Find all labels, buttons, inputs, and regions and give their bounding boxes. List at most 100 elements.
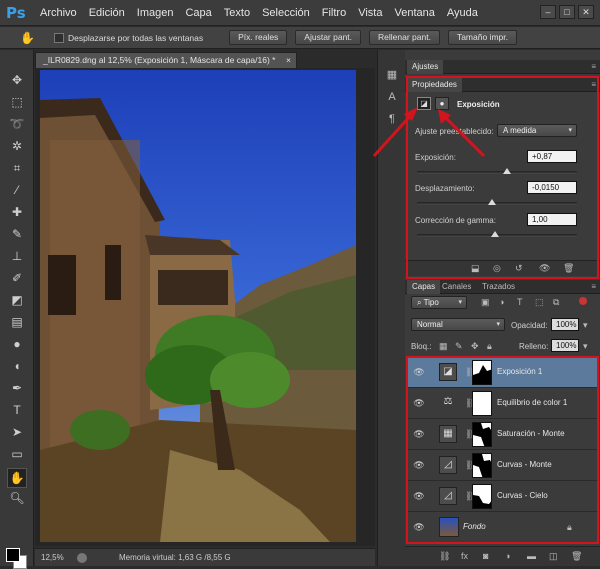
tab-canales[interactable]: Canales [437,280,476,294]
menu-archivo[interactable]: Archivo [40,7,77,19]
lasso-tool-icon[interactable]: ➰ [9,116,25,132]
add-mask-icon[interactable]: ◙ [483,551,488,561]
fill-chevron-icon[interactable]: ▾ [583,341,588,352]
tab-ajustes[interactable]: Ajustes [407,60,444,74]
magic-wand-tool-icon[interactable]: ✲ [9,138,25,154]
new-adjustment-icon[interactable]: ◑ [505,551,510,561]
zoom-level[interactable]: 12,5% [41,550,77,566]
layers-menu-icon[interactable]: ≡ [591,282,596,291]
lock-transparent-icon[interactable]: ▦ [439,341,448,352]
minimize-button[interactable]: – [540,5,556,19]
properties-highlight-box [406,76,599,279]
chevron-down-icon: ▾ [458,299,462,306]
village-photo-illustration [40,70,356,542]
window-controls: – □ ✕ [540,5,594,19]
new-group-icon[interactable]: ▬ [527,551,536,561]
chevron-down-icon: ▾ [496,321,500,328]
delete-layer-icon[interactable]: 🗑︎ [571,551,582,562]
new-layer-icon[interactable]: ◫ [549,551,558,562]
menu-bar: Ps Archivo Edición Imagen Capa Texto Sel… [0,0,600,26]
filter-adjustment-icon[interactable]: ◑ [499,297,504,307]
layers-tabbar: Capas Canales Trazados ≡ [405,280,600,294]
link-layers-icon[interactable]: ⛓︎ [439,551,450,562]
panel-menu-icon[interactable]: ≡ [591,62,596,71]
menu-capa[interactable]: Capa [185,7,211,19]
lock-all-icon[interactable]: 🔒︎ [487,341,492,352]
document-title: _ILR0829.dng al 12,5% (Exposición 1, Más… [43,55,276,65]
menu-ayuda[interactable]: Ayuda [447,7,478,19]
tab-trazados[interactable]: Trazados [477,280,520,294]
zoom-tool-icon[interactable]: 🔍︎ [9,490,25,506]
scroll-all-windows-label: Desplazarse por todas las ventanas [68,32,204,43]
lock-label: Bloq.: [411,342,432,351]
status-bar: 12,5% Memoria virtual: 1,63 G /8,55 G [35,548,375,566]
filter-toggle-icon[interactable] [579,297,587,305]
menu-ventana[interactable]: Ventana [394,7,434,19]
filter-pixel-icon[interactable]: ▣ [481,297,490,308]
path-selection-tool-icon[interactable]: ➤ [9,424,25,440]
scroll-all-windows-checkbox[interactable] [54,32,64,43]
layer-filter-dropdown[interactable]: ⌕ Tipo ▾ [411,296,467,309]
history-brush-tool-icon[interactable]: ✐ [9,270,25,286]
fit-screen-button[interactable]: Ajustar pant. [295,30,362,45]
tools-panel: ✥ ⬚ ➰ ✲ ⌗ ⁄ ✚ ✎ ⊥ ✐ ◩ ▤ ● ◖ ✒ T ➤ ▭ ✋ 🔍︎ [0,50,34,569]
dodge-tool-icon[interactable]: ◖ [9,358,25,374]
menu-edicion[interactable]: Edición [89,7,125,19]
tab-capas[interactable]: Capas [407,280,441,294]
close-button[interactable]: ✕ [578,5,594,19]
fx-icon[interactable]: fx [461,551,468,561]
shape-tool-icon[interactable]: ▭ [9,446,25,462]
fill-field[interactable]: 100% [551,339,579,352]
collapsed-panels-strip: ▦ A ¶ [377,50,405,566]
print-size-button[interactable]: Tamaño impr. [447,30,517,45]
hand-tool-active-icon[interactable]: ✋ [7,468,27,488]
eyedropper-tool-icon[interactable]: ⁄ [9,182,25,198]
gradient-tool-icon[interactable]: ▤ [9,314,25,330]
filter-type-icon[interactable]: T [517,297,523,307]
marquee-tool-icon[interactable]: ⬚ [9,94,25,110]
maximize-button[interactable]: □ [559,5,575,19]
layers-highlight-box [406,356,599,544]
opacity-field[interactable]: 100% [551,318,579,331]
clone-stamp-tool-icon[interactable]: ⊥ [9,248,25,264]
status-info-icon[interactable] [77,552,87,563]
hand-tool-icon: ✋ [20,30,35,45]
menu-texto[interactable]: Texto [224,7,250,19]
character-panel-icon[interactable]: A [384,90,400,104]
opacity-label: Opacidad: [511,321,548,330]
eraser-tool-icon[interactable]: ◩ [9,292,25,308]
crop-tool-icon[interactable]: ⌗ [9,160,25,176]
brush-tool-icon[interactable]: ✎ [9,226,25,242]
photoshop-logo: Ps [6,3,26,22]
document-photo[interactable] [40,70,356,542]
blend-mode-dropdown[interactable]: Normal ▾ [411,318,505,331]
paragraph-panel-icon[interactable]: ¶ [384,112,400,126]
right-panels: Ajustes ≡ Propiedades ≡ ◪ ● Exposición A… [405,50,600,566]
virtual-memory-status: Memoria virtual: 1,63 G /8,55 G [119,552,231,562]
menu-vista[interactable]: Vista [358,7,382,19]
layers-footer: ⛓︎ fx ◙ ◑ ▬ ◫ 🗑︎ [405,546,600,566]
fill-label: Relleno: [519,342,549,351]
lock-paint-icon[interactable]: ✎ [455,341,463,352]
fill-screen-button[interactable]: Rellenar pant. [369,30,440,45]
type-tool-icon[interactable]: T [9,402,25,418]
opacity-chevron-icon[interactable]: ▾ [583,320,588,331]
healing-brush-tool-icon[interactable]: ✚ [9,204,25,220]
foreground-color-swatch[interactable] [6,548,20,562]
filter-value: Tipo [423,298,439,307]
move-tool-icon[interactable]: ✥ [9,72,25,88]
filter-smart-icon[interactable]: ⧉ [553,297,559,308]
actual-pixels-button[interactable]: Píx. reales [229,30,288,45]
adjustments-tabbar: Ajustes ≡ [405,60,600,74]
document-tab[interactable]: _ILR0829.dng al 12,5% (Exposición 1, Más… [35,52,297,68]
options-bar: ✋ Desplazarse por todas las ventanas Píx… [0,27,600,49]
blur-tool-icon[interactable]: ● [9,336,25,352]
close-document-icon[interactable]: × [286,53,291,68]
menu-imagen[interactable]: Imagen [137,7,174,19]
history-panel-icon[interactable]: ▦ [384,68,400,82]
menu-seleccion[interactable]: Selección [262,7,310,19]
filter-shape-icon[interactable]: ⬚ [535,297,544,308]
pen-tool-icon[interactable]: ✒ [9,380,25,396]
menu-filtro[interactable]: Filtro [322,7,346,19]
lock-position-icon[interactable]: ✥ [471,341,479,352]
